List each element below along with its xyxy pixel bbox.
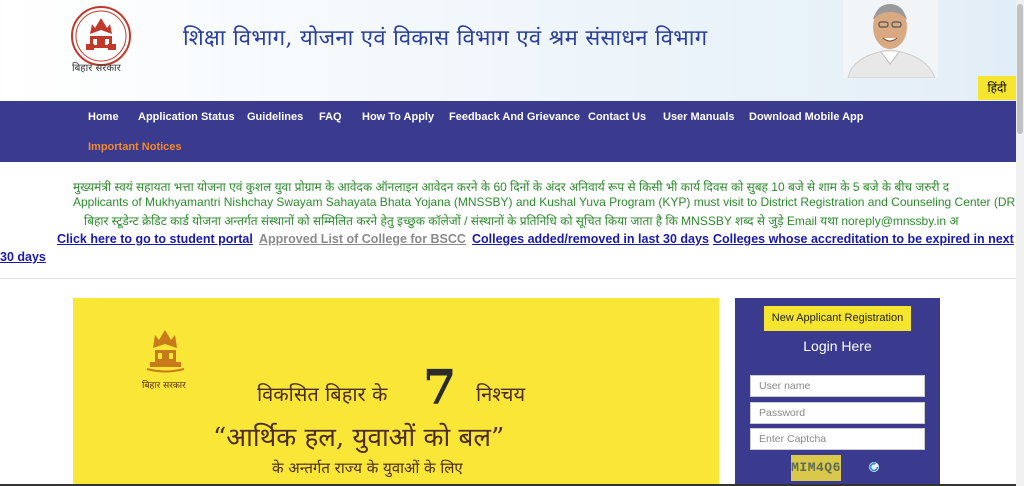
accreditation-expiry-link[interactable]: Colleges whose accreditation to be expir…: [713, 232, 1014, 246]
password-input[interactable]: [750, 402, 925, 424]
banner-emblem-caption: बिहार सरकार: [142, 381, 186, 391]
colleges-added-removed-link[interactable]: Colleges added/removed in last 30 days: [472, 232, 709, 246]
notice-marquee-english[interactable]: Applicants of Mukhyamantri Nishchay Sway…: [73, 195, 1016, 209]
hindi-language-button[interactable]: हिंदी: [978, 76, 1016, 100]
approved-college-list-link[interactable]: Approved List of College for BSCC: [259, 232, 466, 246]
username-input[interactable]: [750, 375, 925, 397]
banner-seven-number: 7: [423, 360, 457, 416]
banner-slogan: “आर्थिक हल, युवाओं को बल”: [213, 423, 505, 453]
student-portal-link[interactable]: Click here to go to student portal: [57, 232, 253, 246]
section-divider: [0, 278, 1016, 279]
nav-download-mobile-app[interactable]: Download Mobile App: [749, 111, 863, 123]
nav-application-status[interactable]: Application Status: [138, 111, 235, 123]
captcha-input[interactable]: [750, 428, 925, 450]
login-panel: New Applicant Registration Login Here MI…: [735, 298, 940, 486]
nav-how-to-apply[interactable]: How To Apply: [362, 111, 434, 123]
banner-headline-end: निश्चय: [476, 382, 526, 406]
new-applicant-registration-button[interactable]: New Applicant Registration: [764, 306, 911, 331]
banner-subtitle: के अन्तर्गत राज्य के युवाओं के लिए: [272, 459, 463, 477]
nav-important-notices[interactable]: Important Notices: [88, 141, 182, 153]
accreditation-expiry-link-wrap[interactable]: 30 days: [0, 250, 46, 264]
nav-faq[interactable]: FAQ: [319, 111, 342, 123]
banner-headline: विकसित बिहार के: [257, 382, 388, 406]
site-title: शिक्षा विभाग, योजना एवं विकास विभाग एवं …: [183, 26, 708, 51]
login-title: Login Here: [803, 338, 872, 354]
nav-guidelines[interactable]: Guidelines: [247, 111, 303, 123]
main-navigation: Home Application Status Guidelines FAQ H…: [0, 101, 1016, 162]
notice-marquee-hindi[interactable]: मुख्यमंत्री स्वयं सहायता भत्ता योजना एवं…: [73, 178, 1016, 195]
notice-marquee-bscc[interactable]: बिहार स्टूडेन्ट क्रेडिट कार्ड योजना अन्त…: [84, 212, 1016, 229]
nav-user-manuals[interactable]: User Manuals: [663, 111, 735, 123]
bihar-emblem-icon: [146, 330, 185, 373]
nav-home[interactable]: Home: [88, 111, 119, 123]
scrollbar-thumb[interactable]: [1017, 4, 1023, 134]
captcha-image: MIM4Q6: [791, 455, 841, 481]
nav-contact-us[interactable]: Contact Us: [588, 111, 646, 123]
nav-feedback-grievance[interactable]: Feedback And Grievance: [449, 111, 580, 123]
site-header: बिहार सरकार शिक्षा विभाग, योजना एवं विका…: [0, 0, 1016, 101]
refresh-captcha-icon[interactable]: [868, 461, 880, 473]
chief-minister-portrait: [843, 0, 938, 78]
logo-caption: बिहार सरकार: [72, 63, 121, 74]
seven-resolves-banner: बिहार सरकार विकसित बिहार के 7 निश्चय “आर…: [73, 298, 719, 486]
